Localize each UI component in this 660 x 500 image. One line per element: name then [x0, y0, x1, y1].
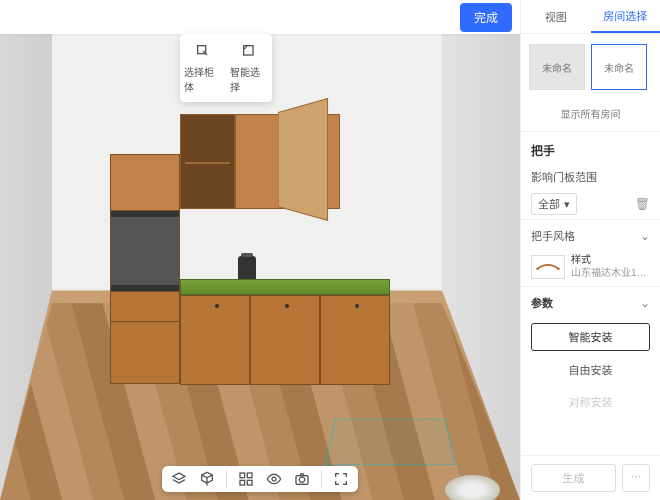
countertop[interactable] — [180, 279, 390, 295]
handle-swatch — [531, 255, 565, 279]
free-install-button[interactable]: 自由安装 — [531, 357, 650, 383]
app-root: 完成 选择柜体 智能选择 — [0, 0, 660, 500]
bottom-toolbar — [162, 466, 358, 492]
chevron-down-icon[interactable]: ⌄ — [640, 229, 650, 243]
tab-room-select[interactable]: 房间选择 — [591, 0, 660, 33]
tall-cabinet[interactable] — [110, 154, 180, 384]
footer-more-button[interactable]: ⋯ — [622, 464, 650, 492]
chevron-down-icon: ▾ — [564, 198, 570, 211]
cube-icon[interactable] — [198, 470, 216, 488]
style-header: 把手风格 ⌄ — [521, 219, 660, 248]
pot-object[interactable] — [238, 256, 256, 280]
param-buttons: 智能安装 自由安装 对称安装 — [521, 315, 660, 423]
tab-view[interactable]: 视图 — [521, 0, 591, 33]
right-sidebar: 视图 房间选择 未命名 未命名 显示所有房间 把手 影响门板范围 全部 ▾ 🗑 … — [520, 0, 660, 500]
oven-unit[interactable] — [111, 211, 179, 291]
cursor-select-icon — [194, 42, 212, 60]
tool-popover: 选择柜体 智能选择 — [180, 34, 272, 102]
expand-icon[interactable] — [332, 470, 350, 488]
base-cabinets[interactable] — [180, 295, 390, 385]
eye-icon[interactable] — [265, 470, 283, 488]
cabinet-top — [111, 155, 179, 211]
floor-selection-box[interactable] — [325, 419, 456, 465]
viewport-3d[interactable]: 完成 选择柜体 智能选择 — [0, 0, 520, 500]
room-thumb[interactable]: 未命名 — [529, 44, 585, 90]
handle-style-row[interactable]: 样式 山东福达木业1-拉手-… — [521, 248, 660, 287]
scope-value: 全部 — [538, 196, 560, 212]
tool-label: 选择柜体 — [184, 64, 222, 94]
cabinet-door[interactable] — [250, 295, 320, 385]
top-bar: 完成 — [0, 0, 520, 34]
sym-install-button: 对称安装 — [531, 389, 650, 415]
room-list: 未命名 未命名 — [521, 34, 660, 100]
style-label: 把手风格 — [531, 228, 640, 244]
scope-select-row: 全部 ▾ 🗑 — [521, 189, 660, 219]
open-cabinet-door[interactable] — [278, 98, 328, 221]
handle-section-title: 把手 — [521, 132, 660, 165]
layers-icon[interactable] — [170, 470, 188, 488]
done-button[interactable]: 完成 — [460, 3, 512, 32]
smart-select-icon — [240, 42, 258, 60]
scope-row: 影响门板范围 — [521, 165, 660, 189]
show-all-rooms[interactable]: 显示所有房间 — [521, 100, 660, 132]
handle-text: 样式 山东福达木业1-拉手-… — [571, 254, 649, 280]
scope-select[interactable]: 全部 ▾ — [531, 193, 577, 215]
sidebar-tabs: 视图 房间选择 — [521, 0, 660, 34]
cabinet-door[interactable] — [180, 295, 250, 385]
drawer[interactable] — [111, 321, 179, 351]
delete-icon[interactable]: 🗑 — [635, 197, 650, 211]
open-shelf[interactable] — [180, 114, 235, 209]
select-cabinet-tool[interactable]: 选择柜体 — [180, 34, 226, 102]
tool-label: 智能选择 — [230, 64, 268, 94]
divider — [226, 470, 227, 488]
smart-install-button[interactable]: 智能安装 — [531, 323, 650, 351]
chevron-down-icon[interactable]: ⌄ — [640, 296, 650, 310]
params-title: 参数 — [531, 295, 640, 311]
params-header: 参数 ⌄ — [521, 287, 660, 315]
sidebar-footer: 生成 ⋯ — [521, 455, 660, 500]
bowl-object[interactable] — [445, 475, 500, 500]
generate-button[interactable]: 生成 — [531, 464, 616, 492]
cabinet-door[interactable] — [320, 295, 390, 385]
smart-select-tool[interactable]: 智能选择 — [226, 34, 272, 102]
room-thumb-selected[interactable]: 未命名 — [591, 44, 647, 90]
camera-icon[interactable] — [293, 470, 311, 488]
grid-icon[interactable] — [237, 470, 255, 488]
handle-name: 样式 — [571, 254, 649, 267]
divider — [321, 470, 322, 488]
room-render — [0, 34, 520, 500]
scope-label: 影响门板范围 — [531, 169, 650, 185]
drawer[interactable] — [111, 291, 179, 321]
handle-sub: 山东福达木业1-拉手-… — [571, 267, 649, 280]
